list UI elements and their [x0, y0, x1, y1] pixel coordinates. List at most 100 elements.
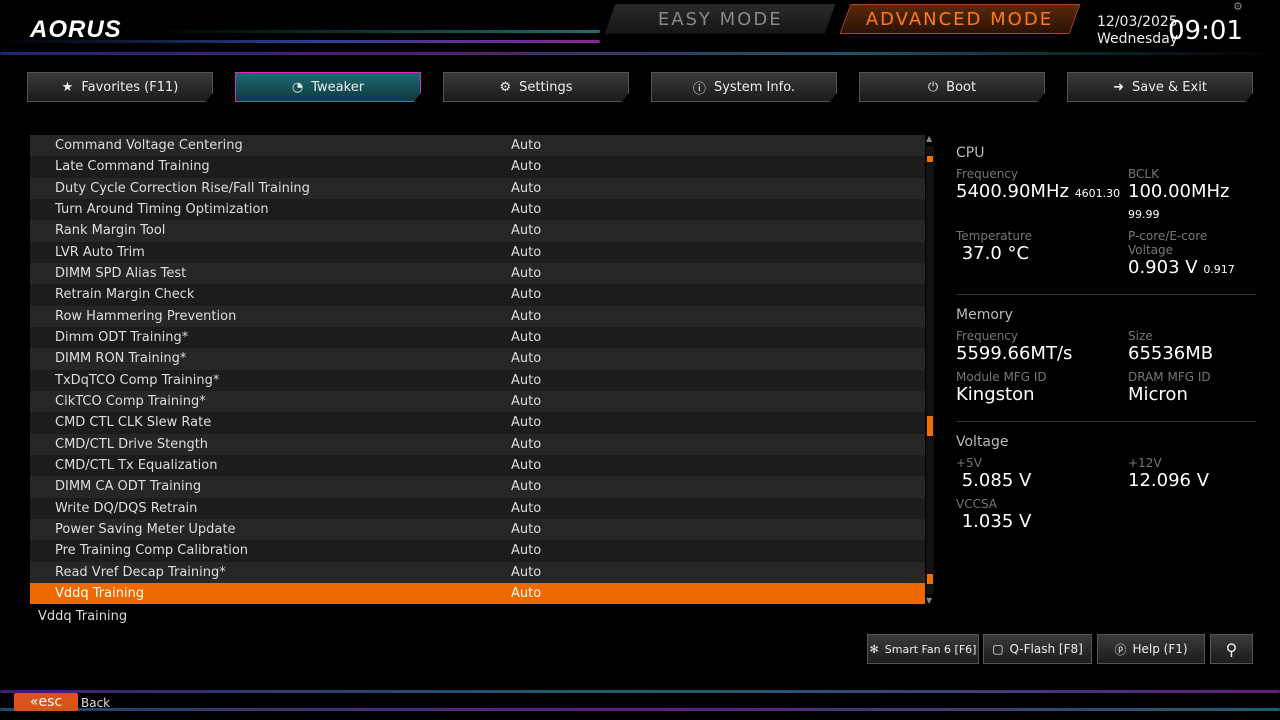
settings-gear-icon[interactable]: ⚙ — [1233, 0, 1243, 13]
search-button[interactable]: ⚲ — [1210, 634, 1253, 664]
chip-icon: ▢ — [992, 642, 1003, 656]
tab-favorites[interactable]: ★ Favorites (F11) — [27, 72, 213, 102]
setting-value[interactable]: Auto — [511, 373, 541, 388]
setting-row[interactable]: LVR Auto TrimAuto — [30, 242, 925, 263]
tab-settings[interactable]: ⚙Settings — [443, 72, 629, 102]
tab-label: System Info. — [714, 80, 795, 95]
tab-label: Favorites (F11) — [81, 80, 178, 95]
qflash-button[interactable]: ▢Q-Flash [F8] — [983, 634, 1092, 664]
help-label: Help (F1) — [1132, 642, 1187, 656]
setting-row[interactable]: CMD CTL CLK Slew RateAuto — [30, 412, 925, 433]
cpu-temp-label: Temperature — [956, 229, 1128, 243]
memory-title: Memory — [956, 307, 1256, 323]
help-text: Vddq Training — [38, 609, 127, 624]
tab-system-info[interactable]: ⓘSystem Info. — [651, 72, 837, 102]
setting-name: LVR Auto Trim — [30, 245, 511, 260]
scrollbar[interactable] — [926, 146, 934, 594]
setting-name: DIMM SPD Alias Test — [30, 266, 511, 281]
smart-fan-button[interactable]: ✻Smart Fan 6 [F6] — [867, 634, 979, 664]
dram-label: DRAM MFG ID — [1128, 370, 1256, 384]
easy-mode-button[interactable]: EASY MODE — [605, 4, 836, 34]
setting-name: CMD CTL CLK Slew Rate — [30, 415, 511, 430]
setting-value[interactable]: Auto — [511, 501, 541, 516]
setting-value[interactable]: Auto — [511, 394, 541, 409]
power-icon: ⏻ — [928, 80, 938, 95]
setting-row[interactable]: Rank Margin ToolAuto — [30, 220, 925, 241]
vccsa: 1.035 V — [962, 511, 1032, 532]
tab-tweaker[interactable]: ◔Tweaker — [235, 72, 421, 102]
setting-row[interactable]: DIMM CA ODT TrainingAuto — [30, 476, 925, 497]
cpu-freq-label: Frequency — [956, 167, 1128, 181]
setting-name: ClkTCO Comp Training* — [30, 394, 511, 409]
tab-boot[interactable]: ⏻Boot — [859, 72, 1045, 102]
setting-row[interactable]: Duty Cycle Correction Rise/Fall Training… — [30, 178, 925, 199]
setting-row[interactable]: Write DQ/DQS RetrainAuto — [30, 498, 925, 519]
setting-row[interactable]: Retrain Margin CheckAuto — [30, 284, 925, 305]
setting-row[interactable]: CMD/CTL Drive StengthAuto — [30, 434, 925, 455]
fan-icon: ✻ — [870, 643, 879, 656]
setting-name: Row Hammering Prevention — [30, 309, 511, 324]
bclk-sub: 99.99 — [1128, 208, 1160, 221]
setting-value[interactable]: Auto — [511, 437, 541, 452]
aorus-logo: AORUS — [30, 16, 122, 44]
cpu-freq-sub: 4601.30 — [1075, 187, 1121, 200]
setting-value[interactable]: Auto — [511, 138, 541, 153]
setting-row[interactable]: Dimm ODT Training*Auto — [30, 327, 925, 348]
cpu-title: CPU — [956, 145, 1256, 161]
setting-name: Retrain Margin Check — [30, 287, 511, 302]
setting-value[interactable]: Auto — [511, 330, 541, 345]
setting-name: Write DQ/DQS Retrain — [30, 501, 511, 516]
star-icon: ★ — [62, 80, 74, 95]
setting-row[interactable]: Turn Around Timing OptimizationAuto — [30, 199, 925, 220]
setting-value[interactable]: Auto — [511, 181, 541, 196]
setting-name: Duty Cycle Correction Rise/Fall Training — [30, 181, 511, 196]
hardware-monitor: CPU Frequency5400.90MHz 4601.30 BCLK100.… — [956, 145, 1256, 532]
setting-value[interactable]: Auto — [511, 245, 541, 260]
date: 12/03/2025 — [1097, 14, 1178, 31]
setting-name: Command Voltage Centering — [30, 138, 511, 153]
advanced-mode-button[interactable]: ADVANCED MODE — [840, 4, 1081, 34]
setting-value[interactable]: Auto — [511, 522, 541, 537]
cpu-freq: 5400.90MHz — [956, 181, 1069, 202]
help-icon: ⓟ — [1114, 641, 1126, 658]
setting-name: Late Command Training — [30, 159, 511, 174]
setting-row[interactable]: CMD/CTL Tx EqualizationAuto — [30, 455, 925, 476]
setting-value[interactable]: Auto — [511, 565, 541, 580]
setting-value[interactable]: Auto — [511, 415, 541, 430]
setting-value[interactable]: Auto — [511, 202, 541, 217]
settings-list: Command Voltage CenteringAutoLate Comman… — [30, 135, 925, 604]
help-button[interactable]: ⓟ Help (F1) — [1097, 634, 1205, 664]
setting-value[interactable]: Auto — [511, 351, 541, 366]
setting-value[interactable]: Auto — [511, 223, 541, 238]
weekday: Wednesday — [1097, 31, 1178, 48]
setting-row[interactable]: Pre Training Comp CalibrationAuto — [30, 540, 925, 561]
setting-value[interactable]: Auto — [511, 287, 541, 302]
gear-icon: ⚙ — [500, 80, 512, 95]
setting-row[interactable]: Power Saving Meter UpdateAuto — [30, 519, 925, 540]
setting-row[interactable]: ClkTCO Comp Training*Auto — [30, 391, 925, 412]
module: Kingston — [956, 384, 1128, 405]
setting-row[interactable]: DIMM RON Training*Auto — [30, 348, 925, 369]
v5: 5.085 V — [962, 470, 1032, 491]
setting-value[interactable]: Auto — [511, 479, 541, 494]
setting-value[interactable]: Auto — [511, 543, 541, 558]
setting-row[interactable]: Command Voltage CenteringAuto — [30, 135, 925, 156]
setting-row[interactable]: Vddq TrainingAuto — [30, 583, 925, 604]
esc-button[interactable]: « esc — [14, 693, 78, 711]
scroll-down-icon[interactable]: ▼ — [926, 596, 932, 605]
setting-value[interactable]: Auto — [511, 266, 541, 281]
setting-row[interactable]: Row Hammering PreventionAuto — [30, 306, 925, 327]
setting-value[interactable]: Auto — [511, 458, 541, 473]
setting-value[interactable]: Auto — [511, 586, 541, 601]
setting-name: Pre Training Comp Calibration — [30, 543, 511, 558]
setting-value[interactable]: Auto — [511, 159, 541, 174]
setting-row[interactable]: Read Vref Decap Training*Auto — [30, 562, 925, 583]
scroll-up-icon[interactable]: ▲ — [926, 134, 932, 143]
setting-row[interactable]: TxDqTCO Comp Training*Auto — [30, 370, 925, 391]
setting-value[interactable]: Auto — [511, 309, 541, 324]
tab-save-exit[interactable]: ➜Save & Exit — [1067, 72, 1253, 102]
setting-row[interactable]: Late Command TrainingAuto — [30, 156, 925, 177]
esc-label: esc — [38, 694, 62, 710]
v12: 12.096 V — [1128, 470, 1256, 491]
setting-row[interactable]: DIMM SPD Alias TestAuto — [30, 263, 925, 284]
